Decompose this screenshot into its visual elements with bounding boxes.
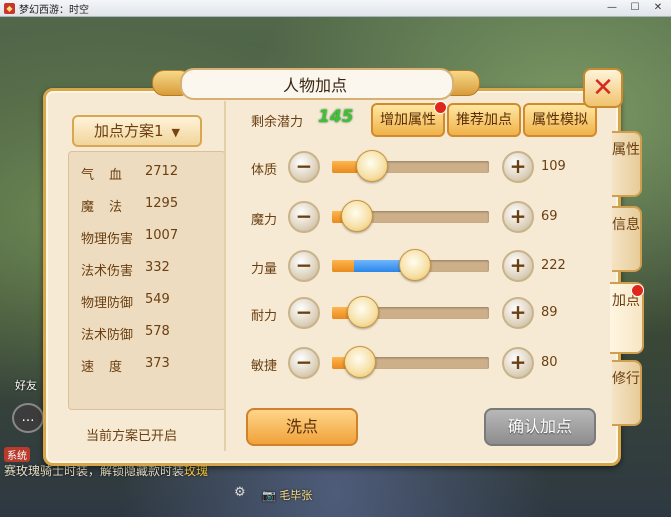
attribute-row: 体质 − + 109: [251, 150, 581, 183]
plan-status: 当前方案已开启: [86, 429, 178, 444]
slider-handle[interactable]: [341, 200, 373, 232]
marquee-highlight: 玫瑰: [184, 464, 209, 478]
left-column: 加点方案1 ▼ 气血 2712 魔法 1295 物理伤害 1007 法术伤害 332 物理…: [58, 99, 226, 455]
stat-value: 549: [145, 292, 170, 307]
column-divider: [224, 101, 226, 451]
attribute-row: 魔力 − + 69: [251, 200, 581, 233]
add-attribute-label: 增加属性: [380, 112, 436, 128]
plus-button[interactable]: +: [502, 297, 534, 329]
simulate-button[interactable]: 属性模拟: [523, 103, 597, 137]
marquee-text: 赛玫瑰骑士时装，解锁隐藏款时装: [4, 464, 185, 478]
stat-row: 物理伤害 1007: [81, 228, 178, 248]
stat-value: 332: [145, 260, 170, 275]
attribute-row: 耐力 − + 89: [251, 296, 581, 329]
player-name: 📷 毛毕张: [262, 489, 313, 502]
stat-row: 速度 373: [81, 356, 170, 376]
stat-value: 578: [145, 324, 170, 339]
tab-cultivation[interactable]: 修行: [612, 360, 642, 426]
minus-button[interactable]: −: [288, 297, 320, 329]
attribute-row: 敏捷 − + 80: [251, 346, 581, 379]
stat-value: 1295: [145, 196, 179, 211]
confirm-button[interactable]: 确认加点: [484, 408, 596, 446]
plus-button[interactable]: +: [502, 250, 534, 282]
slider-handle[interactable]: [344, 346, 376, 378]
stat-label: 魔法: [81, 200, 138, 215]
wash-points-button[interactable]: 洗点: [246, 408, 358, 446]
attribute-label: 体质: [251, 163, 278, 178]
panel-title: 人物加点: [282, 76, 347, 95]
gear-icon[interactable]: ⚙: [234, 485, 246, 500]
window-close-button[interactable]: ✕: [647, 1, 669, 14]
stat-label: 物理防御: [81, 296, 134, 311]
app-icon: ◆: [4, 2, 15, 14]
stat-row: 法术伤害 332: [81, 260, 170, 280]
notification-dot: [434, 101, 447, 114]
slider-handle[interactable]: [356, 150, 388, 182]
stat-value: 1007: [145, 228, 179, 243]
minus-button[interactable]: −: [288, 151, 320, 183]
potential-label: 剩余潜力: [251, 115, 304, 130]
stat-row: 物理防御 549: [81, 292, 170, 312]
minus-button[interactable]: −: [288, 347, 320, 379]
attribute-label: 敏捷: [251, 359, 278, 374]
attribute-panel: 加点方案1 ▼ 气血 2712 魔法 1295 物理伤害 1007 法术伤害 332 物理…: [43, 88, 621, 466]
player-name-text: 毛毕张: [279, 489, 313, 502]
stats-box: 气血 2712 魔法 1295 物理伤害 1007 法术伤害 332 物理防御 549 法…: [68, 151, 226, 410]
attribute-label: 耐力: [251, 309, 278, 324]
window-titlebar: ◆ 梦幻西游：时空 — ☐ ✕: [0, 0, 671, 17]
potential-value: 145: [318, 107, 354, 127]
tab-attributes[interactable]: 属性: [612, 131, 642, 197]
minus-button[interactable]: −: [288, 201, 320, 233]
stat-label: 法术防御: [81, 328, 134, 343]
stat-label: 气血: [81, 168, 138, 183]
minimize-button[interactable]: —: [601, 1, 623, 14]
window-title: 梦幻西游：时空: [19, 4, 89, 16]
maximize-button[interactable]: ☐: [624, 1, 646, 14]
recommend-button[interactable]: 推荐加点: [447, 103, 521, 137]
attribute-label: 魔力: [251, 213, 278, 228]
attribute-row: 力量 − + 222: [251, 249, 581, 282]
minus-button[interactable]: −: [288, 250, 320, 282]
speech-bubble-icon[interactable]: …: [12, 403, 44, 433]
plus-button[interactable]: +: [502, 347, 534, 379]
slider-handle[interactable]: [347, 296, 379, 328]
stat-label: 法术伤害: [81, 264, 134, 279]
slider-base-fill: [332, 260, 354, 272]
slider-handle[interactable]: [399, 249, 431, 281]
attribute-label: 力量: [251, 262, 278, 277]
attribute-value: 109: [541, 159, 566, 174]
attribute-value: 80: [541, 355, 558, 370]
friends-button[interactable]: 好友: [8, 377, 44, 393]
title-banner: 人物加点: [150, 64, 480, 100]
attribute-value: 69: [541, 209, 558, 224]
attribute-value: 89: [541, 305, 558, 320]
tab-info[interactable]: 信息: [612, 206, 642, 272]
plus-button[interactable]: +: [502, 201, 534, 233]
stat-row: 气血 2712: [81, 164, 178, 184]
close-icon[interactable]: ✕: [583, 68, 623, 108]
add-attribute-button[interactable]: 增加属性: [371, 101, 447, 137]
plan-selector[interactable]: 加点方案1 ▼: [72, 115, 202, 147]
system-tag: 系统: [4, 447, 30, 462]
stat-row: 魔法 1295: [81, 196, 178, 216]
stat-value: 2712: [145, 164, 179, 179]
chevron-down-icon: ▼: [171, 126, 180, 139]
plus-button[interactable]: +: [502, 151, 534, 183]
plan-selector-label: 加点方案1: [93, 122, 164, 140]
attribute-value: 222: [541, 258, 566, 273]
stat-value: 373: [145, 356, 170, 371]
tab-notification-dot: [631, 284, 644, 297]
stat-label: 速度: [81, 360, 138, 375]
stat-row: 法术防御 578: [81, 324, 170, 344]
stat-label: 物理伤害: [81, 232, 134, 247]
